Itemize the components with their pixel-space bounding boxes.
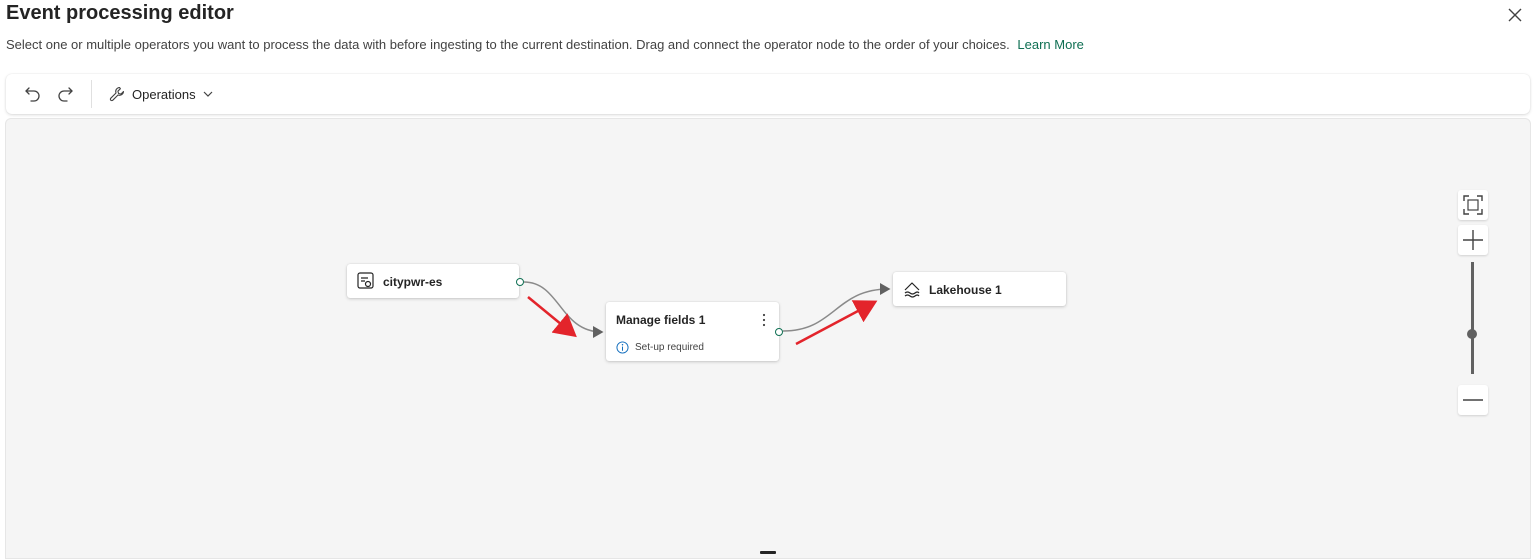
operator-node[interactable]: Manage fields 1 Set-up required (606, 302, 779, 361)
info-icon (616, 341, 629, 354)
description-text: Select one or multiple operators you wan… (6, 37, 1010, 52)
toolbar-divider (91, 80, 92, 108)
wrench-icon (109, 86, 125, 102)
close-icon[interactable] (1504, 4, 1526, 26)
operator-status-text: Set-up required (635, 342, 704, 353)
page-title: Event processing editor (6, 2, 234, 24)
destination-node-label: Lakehouse 1 (929, 283, 1002, 297)
plus-icon (1463, 230, 1483, 250)
zoom-slider-track[interactable] (1471, 262, 1474, 374)
lakehouse-icon (904, 282, 920, 298)
source-node[interactable]: citypwr-es (347, 264, 519, 298)
source-output-port[interactable] (516, 278, 524, 286)
source-node-label: citypwr-es (383, 275, 443, 289)
operations-label: Operations (132, 86, 196, 102)
toolbar: Operations (6, 74, 1530, 114)
panel-resize-handle[interactable] (760, 551, 776, 554)
description: Select one or multiple operators you wan… (6, 37, 1084, 52)
fit-to-screen-icon (1463, 195, 1483, 215)
chevron-down-icon (203, 91, 213, 97)
undo-icon[interactable] (23, 84, 43, 104)
operator-output-port[interactable] (775, 328, 783, 336)
operator-node-label: Manage fields 1 (616, 313, 706, 327)
fit-to-screen-button[interactable] (1458, 190, 1488, 220)
learn-more-link[interactable]: Learn More (1017, 37, 1083, 52)
zoom-out-button[interactable] (1458, 385, 1488, 415)
eventstream-icon (357, 272, 374, 289)
minus-icon (1463, 399, 1483, 401)
zoom-in-button[interactable] (1458, 225, 1488, 255)
operations-dropdown[interactable]: Operations (108, 83, 214, 105)
more-vertical-icon[interactable] (757, 311, 771, 329)
operator-status: Set-up required (616, 341, 704, 354)
zoom-slider-thumb[interactable] (1467, 329, 1477, 339)
redo-icon[interactable] (55, 84, 75, 104)
destination-node[interactable]: Lakehouse 1 (893, 272, 1066, 306)
